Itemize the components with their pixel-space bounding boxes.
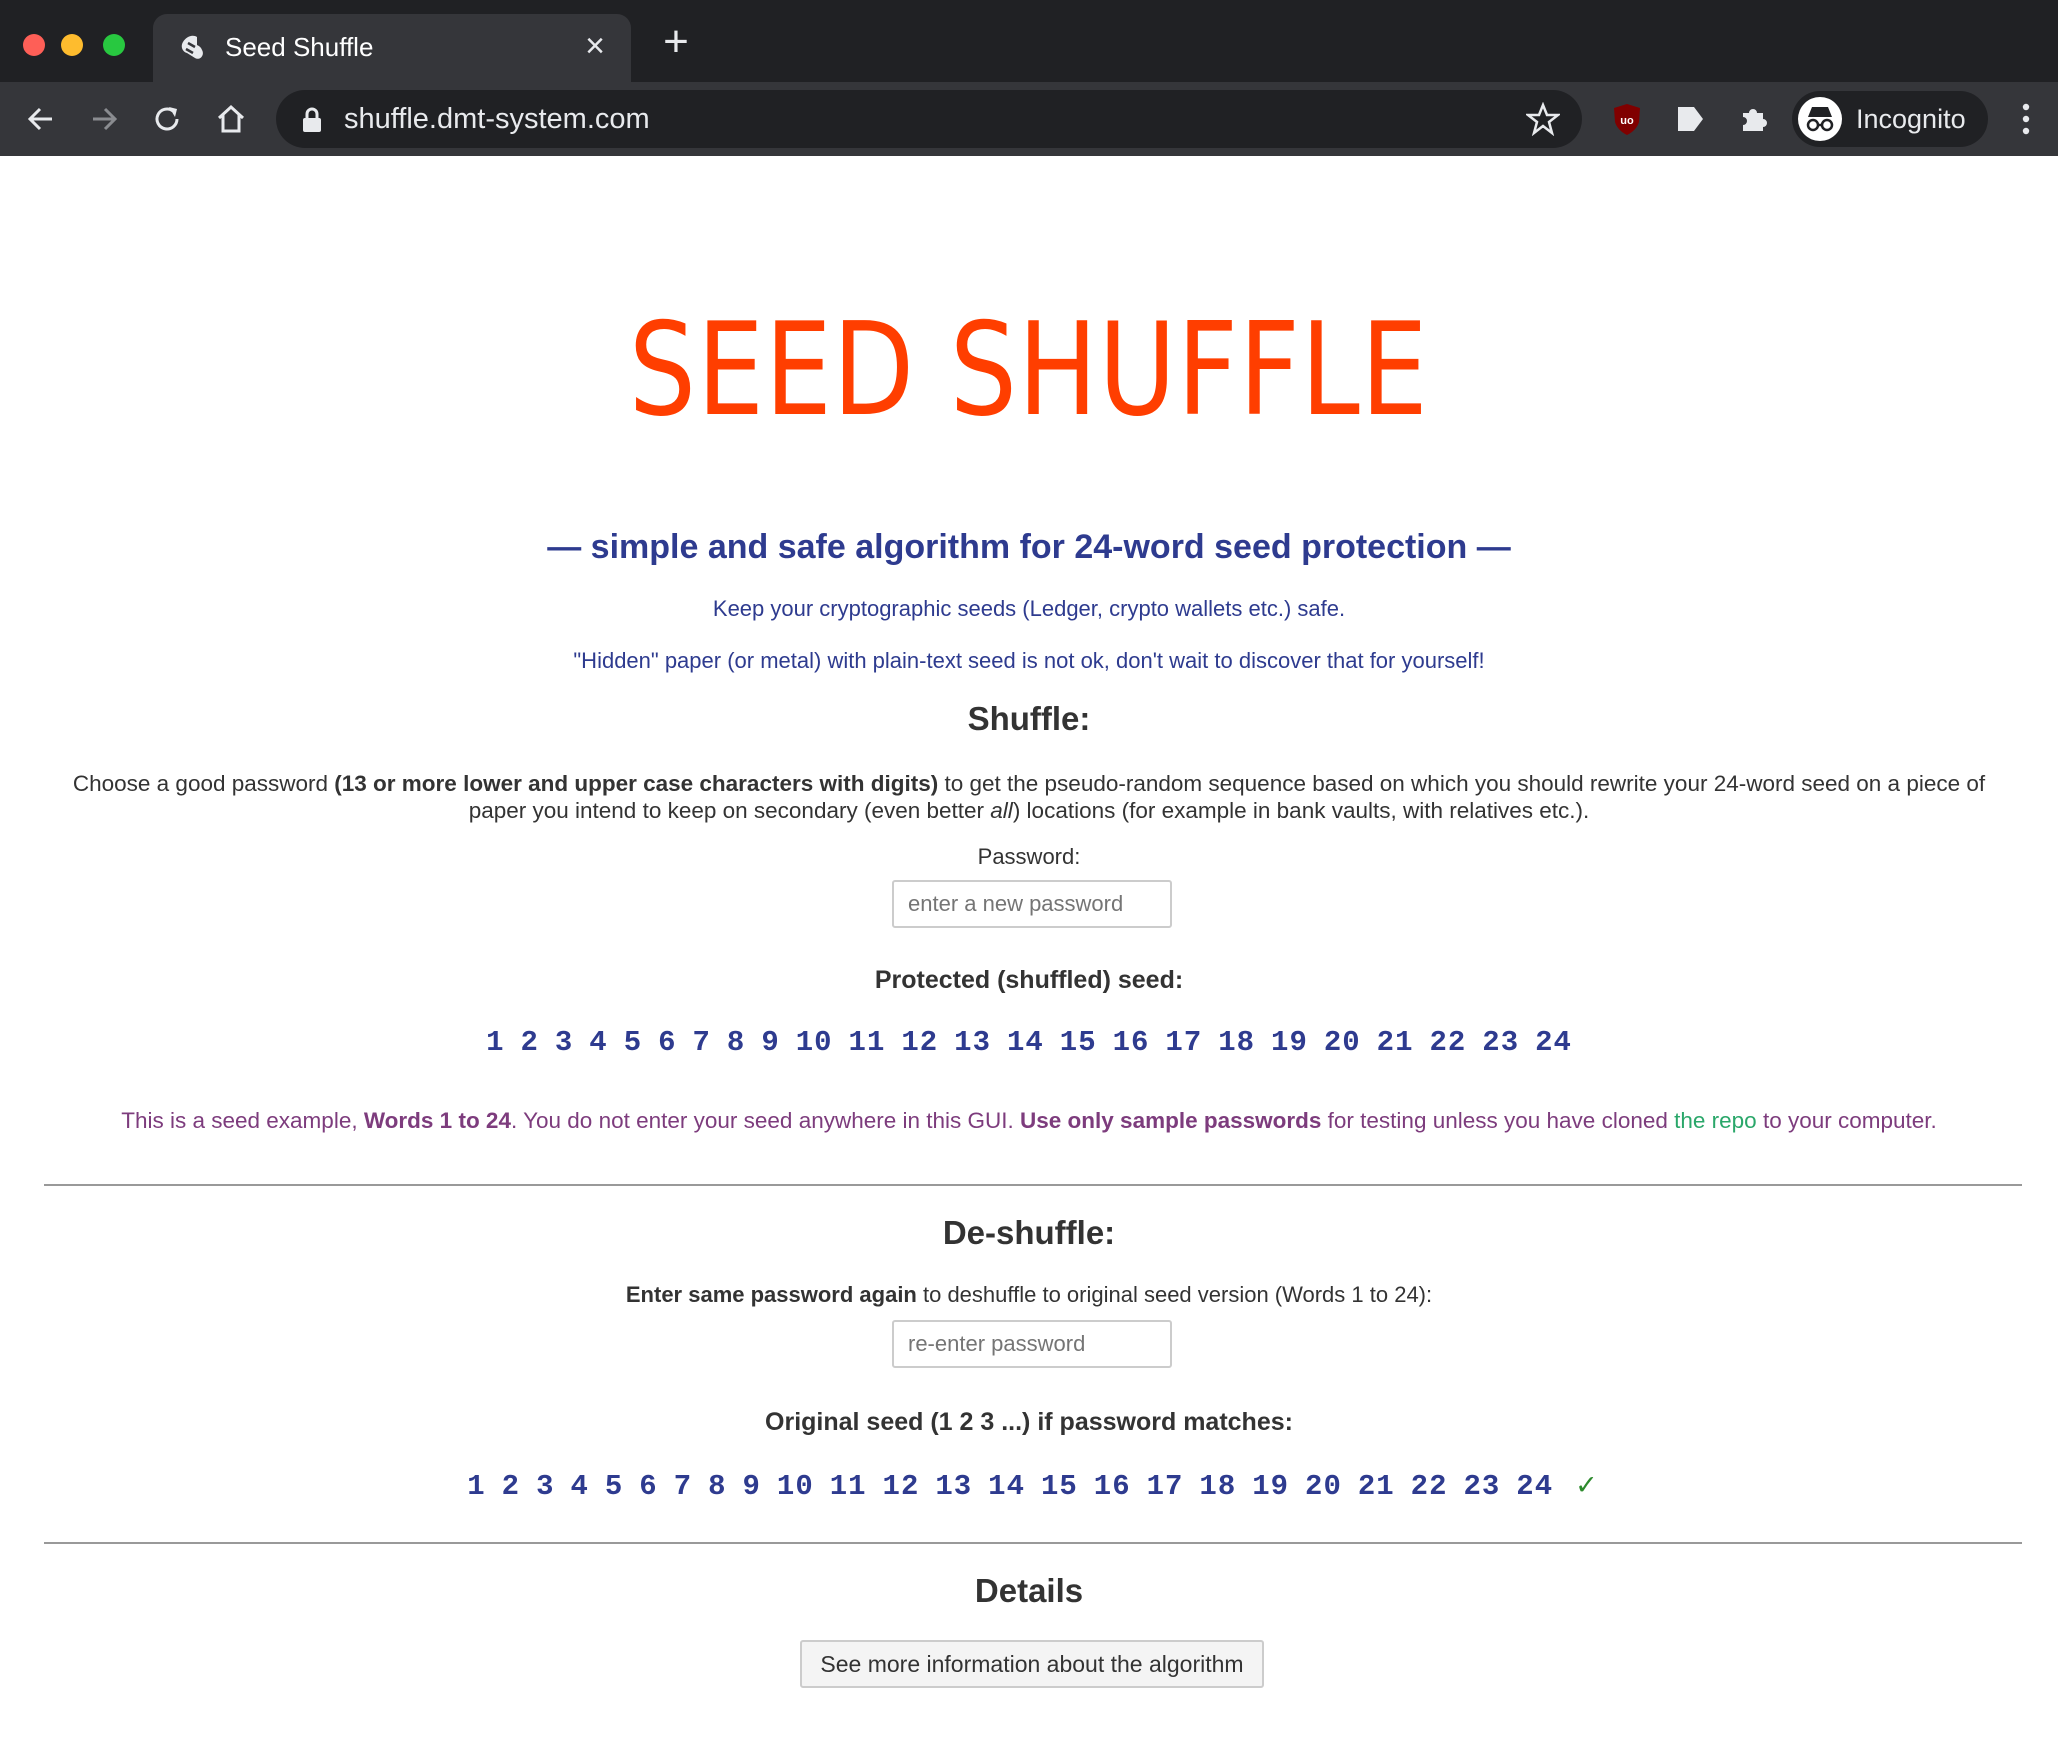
extensions-puzzle-icon[interactable] — [1734, 100, 1772, 138]
seed-word: 21 — [1357, 1470, 1395, 1503]
seed-word: 15 — [1040, 1470, 1078, 1503]
seed-word: 12 — [882, 1470, 920, 1503]
browser-toolbar: shuffle.dmt-system.com uo Incognito — [0, 82, 2058, 156]
seed-word: 8 — [708, 1470, 727, 1503]
shuffle-description: Choose a good password (13 or more lower… — [72, 771, 1986, 823]
seed-word: 20 — [1305, 1470, 1342, 1503]
lock-icon — [303, 107, 321, 132]
seed-word: 11 — [848, 1026, 886, 1059]
match-check-icon: ✓ — [1575, 1470, 1599, 1501]
forward-icon[interactable] — [81, 96, 127, 142]
section-divider — [44, 1542, 2022, 1544]
new-password-input[interactable] — [892, 880, 1172, 928]
window-minimize-button[interactable] — [61, 34, 83, 56]
reenter-password-input[interactable] — [892, 1320, 1172, 1368]
seed-word: 5 — [623, 1026, 643, 1059]
seed-word: 24 — [1516, 1470, 1554, 1503]
seed-word: 1 — [467, 1470, 486, 1503]
home-icon[interactable] — [208, 96, 254, 142]
seed-example-note: This is a seed example, Words 1 to 24. Y… — [121, 1108, 1937, 1133]
ublock-origin-icon[interactable]: uo — [1608, 100, 1646, 138]
seed-word: 7 — [673, 1470, 693, 1503]
seed-word: 10 — [795, 1026, 833, 1059]
seed-word: 9 — [761, 1026, 780, 1059]
seed-word: 8 — [726, 1026, 746, 1059]
seed-word: 17 — [1146, 1470, 1184, 1503]
seed-word: 7 — [692, 1026, 711, 1059]
seed-word: 15 — [1059, 1026, 1097, 1059]
seed-word: 19 — [1252, 1470, 1290, 1503]
seed-word: 2 — [501, 1470, 521, 1503]
new-tab-icon[interactable]: + — [656, 20, 696, 64]
reload-icon[interactable] — [144, 96, 190, 142]
seed-word: 10 — [776, 1470, 814, 1503]
seed-word: 17 — [1165, 1026, 1203, 1059]
lead-text-2: "Hidden" paper (or metal) with plain-tex… — [573, 648, 1485, 673]
seed-word: 16 — [1112, 1026, 1150, 1059]
tab-strip: Seed Shuffle × + — [0, 0, 2058, 82]
seed-word: 22 — [1410, 1470, 1448, 1503]
tab-title: Seed Shuffle — [225, 32, 374, 62]
seed-word: 23 — [1482, 1026, 1520, 1059]
seed-word: 13 — [935, 1470, 973, 1503]
seed-word: 6 — [658, 1026, 677, 1059]
deshuffle-description: Enter same password again to deshuffle t… — [625, 1282, 1433, 1307]
tag-extension-icon[interactable] — [1671, 100, 1709, 138]
browser-chrome: Seed Shuffle × + shuffle.dmt-system.com — [0, 0, 2058, 156]
details-heading: Details — [974, 1572, 1084, 1609]
seed-word: 3 — [536, 1470, 555, 1503]
seed-word: 2 — [520, 1026, 539, 1059]
seed-word: 20 — [1323, 1026, 1361, 1059]
browser-menu-icon[interactable] — [2014, 98, 2038, 140]
section-divider — [44, 1184, 2022, 1186]
password-label: Password: — [977, 844, 1081, 869]
tab-close-icon[interactable]: × — [577, 28, 613, 64]
seed-word: 5 — [604, 1470, 624, 1503]
seed-word: 13 — [954, 1026, 991, 1059]
seed-word: 14 — [1006, 1026, 1044, 1059]
deshuffle-heading: De-shuffle: — [942, 1214, 1116, 1251]
seed-word: 24 — [1535, 1026, 1572, 1059]
svelte-favicon-icon — [181, 35, 203, 59]
seed-word: 9 — [742, 1470, 761, 1503]
seed-word: 6 — [639, 1470, 658, 1503]
back-icon[interactable] — [18, 96, 64, 142]
address-bar[interactable]: shuffle.dmt-system.com — [276, 90, 1582, 148]
window-close-button[interactable] — [23, 34, 45, 56]
seed-word: 19 — [1271, 1026, 1308, 1059]
window-zoom-button[interactable] — [103, 34, 125, 56]
seed-word: 18 — [1218, 1026, 1256, 1059]
seed-word: 21 — [1376, 1026, 1414, 1059]
seed-word: 16 — [1093, 1470, 1131, 1503]
page-title: SEED SHUFFLE — [629, 296, 1429, 445]
seed-word: 12 — [901, 1026, 939, 1059]
incognito-label: Incognito — [1856, 104, 1966, 134]
tagline: — simple and safe algorithm for 24-word … — [547, 528, 1511, 566]
incognito-profile-button[interactable]: Incognito — [1792, 91, 1988, 147]
seed-word: 14 — [988, 1470, 1025, 1503]
seed-word: 1 — [486, 1026, 505, 1059]
incognito-icon — [1798, 97, 1842, 141]
repo-link[interactable]: the repo — [1674, 1108, 1757, 1133]
seed-word: 18 — [1199, 1470, 1237, 1503]
svg-text:uo: uo — [1620, 115, 1634, 127]
url-text: shuffle.dmt-system.com — [344, 103, 650, 135]
original-seed-words: 1 2 3 4 5 6 7 8 9 10 11 12 13 14 15 16 17 18 19 20 21 22 23 24 ✓ — [0, 1470, 2058, 1503]
shuffled-seed-words: 1 2 3 4 5 6 7 8 9 10 11 12 13 14 15 16 17 18 19 20 21 22 23 24 — [0, 1026, 2058, 1059]
lead-text-1: Keep your cryptographic seeds (Ledger, c… — [712, 596, 1346, 621]
seed-word: 11 — [829, 1470, 867, 1503]
original-seed-heading: Original seed (1 2 3 ...) if password ma… — [765, 1408, 1293, 1436]
seed-word: 3 — [554, 1026, 574, 1059]
shuffled-seed-heading: Protected (shuffled) seed: — [874, 966, 1184, 994]
seed-word: 4 — [589, 1026, 608, 1059]
browser-tab-active[interactable]: Seed Shuffle × — [153, 14, 631, 82]
seed-word: 4 — [570, 1470, 589, 1503]
shuffle-heading: Shuffle: — [967, 700, 1091, 737]
bookmark-star-icon[interactable] — [1526, 102, 1560, 136]
seed-word: 22 — [1429, 1026, 1467, 1059]
algorithm-info-button[interactable]: See more information about the algorithm — [800, 1640, 1264, 1688]
seed-word: 23 — [1463, 1470, 1501, 1503]
